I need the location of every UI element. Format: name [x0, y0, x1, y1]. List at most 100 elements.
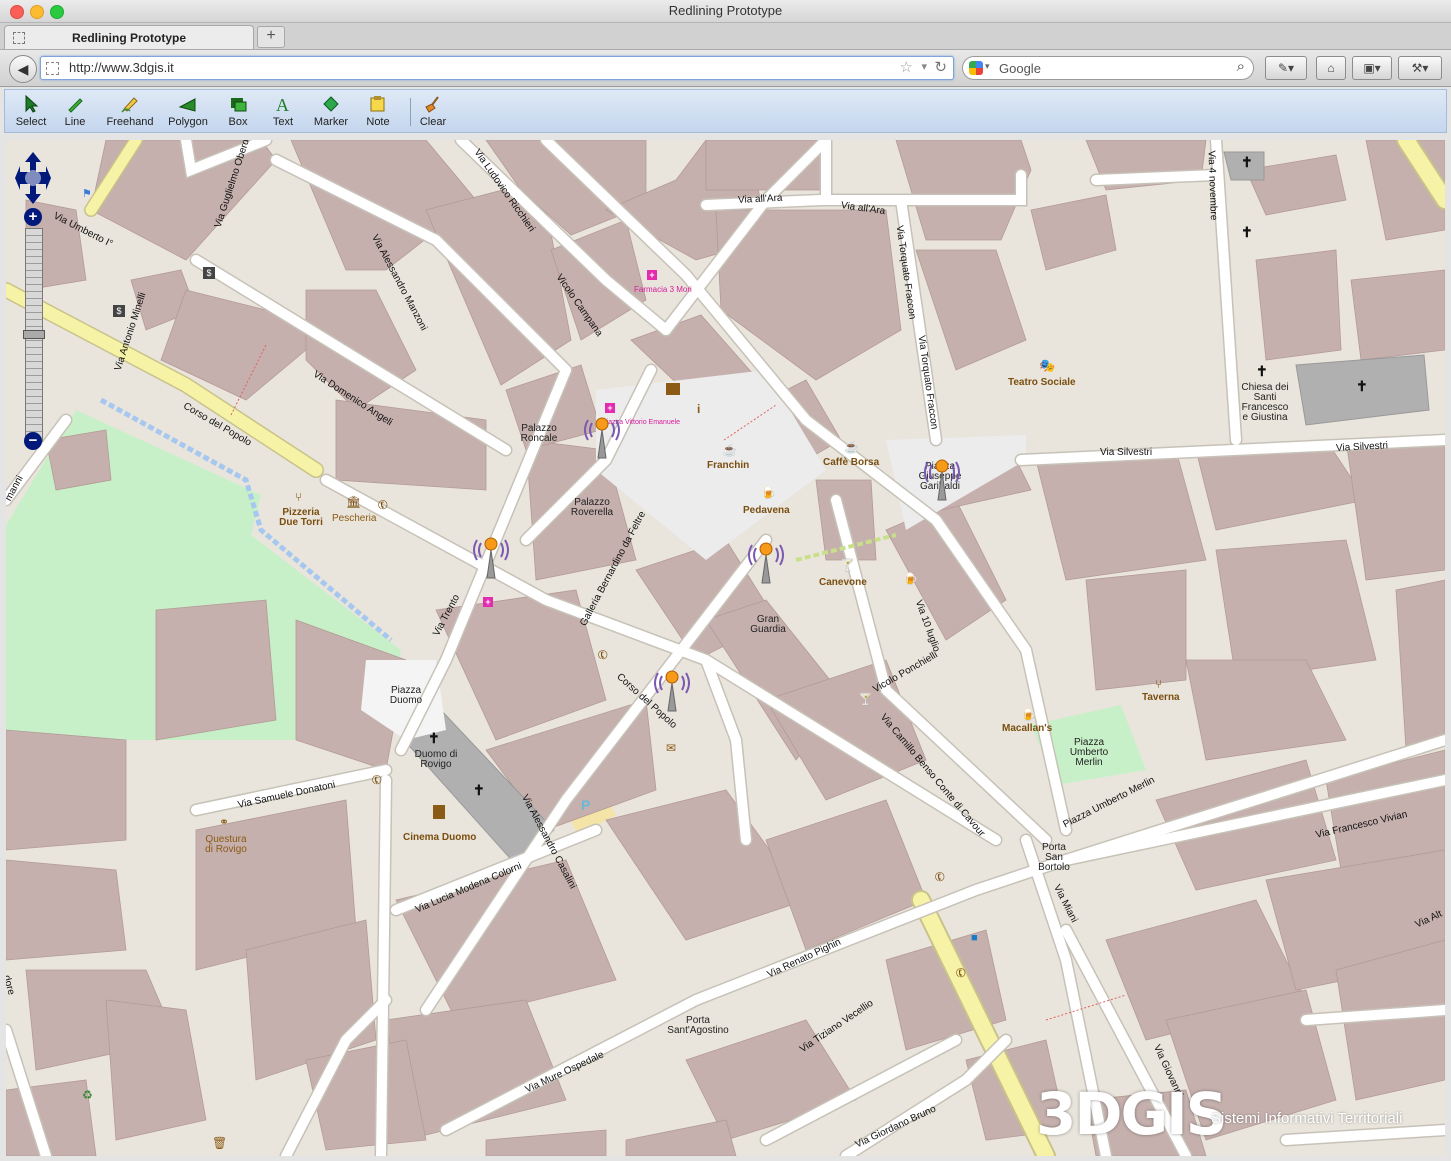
zoom-out-button[interactable]: −	[24, 432, 42, 450]
pan-control-icon[interactable]	[14, 150, 52, 206]
place-label: Teatro Sociale	[1008, 377, 1076, 388]
antenna-marker-icon[interactable]	[652, 663, 692, 713]
polygon-icon	[178, 98, 196, 112]
site-identity-icon[interactable]	[46, 62, 59, 75]
place-label: Questura di Rovigo	[205, 834, 247, 855]
google-engine-icon[interactable]	[969, 61, 983, 75]
recycling-icon[interactable]: ♻	[82, 1088, 93, 1102]
map-canvas[interactable]: Via Umberto I° Via Guglielmo Oberdan Via…	[6, 140, 1445, 1156]
place-label: Pedavena	[743, 505, 790, 516]
tab-redlining[interactable]: Redlining Prototype	[4, 25, 254, 49]
pharmacy-icon[interactable]: +	[647, 270, 657, 280]
screenshot-button[interactable]: ▣▾	[1352, 56, 1392, 80]
address-bar[interactable]: http://www.3dgis.it ☆ ▾ ↻	[40, 56, 954, 80]
line-tool[interactable]: Line	[51, 92, 99, 130]
text-tool[interactable]: A Text	[259, 92, 307, 130]
museum-icon[interactable]: 🏛	[346, 495, 361, 509]
book-shop-icon[interactable]	[666, 383, 680, 395]
search-bar[interactable]: ▾ Google ⌕	[962, 56, 1254, 80]
clear-label: Clear	[419, 116, 447, 128]
cinema-icon[interactable]	[433, 805, 445, 819]
back-arrow-icon: ◀	[17, 61, 29, 77]
tab-bar: Redlining Prototype +	[0, 23, 1451, 50]
police-icon[interactable]: ⚭	[219, 815, 229, 829]
marker-icon	[323, 96, 339, 112]
pen-icon: ✎▾	[1277, 61, 1295, 75]
text-icon: A	[276, 95, 289, 113]
place-label: Macallan's	[1002, 723, 1053, 734]
place-label: Piazza Umberto Merlin	[1069, 737, 1109, 768]
search-icon[interactable]: ⌕	[1237, 58, 1245, 75]
place-label: Piazza Duomo	[389, 685, 423, 706]
pan-zoom-control: + −	[14, 150, 52, 450]
pub-icon[interactable]: 🍺	[761, 486, 776, 500]
url-text[interactable]: http://www.3dgis.it	[69, 60, 174, 75]
tools-menu-button[interactable]: ⚒▾	[1398, 56, 1442, 80]
place-label: Porta Sant'Agostino	[667, 1015, 729, 1036]
cafe-icon[interactable]: ☕	[722, 443, 737, 457]
search-input[interactable]: Google	[999, 61, 1041, 76]
antenna-marker-icon[interactable]	[471, 530, 511, 580]
church-cross-icon[interactable]: ✝	[1241, 224, 1253, 241]
info-icon[interactable]: i	[697, 402, 700, 416]
tab-title: Redlining Prototype	[72, 31, 186, 45]
street-label: Via Silvestri	[1100, 447, 1153, 458]
broom-icon	[425, 96, 439, 113]
screenshot-icon: ▣▾	[1363, 61, 1381, 75]
home-icon: ⌂	[1327, 61, 1335, 75]
bank-icon[interactable]: $	[203, 267, 215, 279]
place-label: Pizzeria Due Torri	[279, 507, 323, 528]
line-label: Line	[64, 116, 86, 128]
reload-icon[interactable]: ↻	[934, 58, 947, 76]
clear-tool[interactable]: Clear	[409, 92, 457, 130]
place-label: Farmacia 3 Mori	[634, 285, 692, 294]
waste-basket-icon[interactable]: 🗑	[212, 1136, 227, 1150]
new-tab-button[interactable]: +	[257, 26, 285, 48]
hotel-icon[interactable]: ⚑	[82, 187, 92, 200]
bus-stop-icon[interactable]: ■	[971, 932, 978, 944]
window-titlebar: Redlining Prototype	[0, 0, 1451, 23]
polygon-tool[interactable]: Polygon	[164, 92, 212, 130]
history-dropdown-icon[interactable]: ▾	[921, 60, 927, 73]
church-cross-icon[interactable]: ✝	[473, 782, 485, 799]
parking-icon[interactable]: P	[581, 797, 590, 813]
street-label: Via all'Ara	[737, 192, 783, 206]
place-label: Cinema Duomo	[403, 832, 477, 843]
pub-icon[interactable]: 🍺	[903, 572, 918, 586]
svg-text:A: A	[276, 95, 289, 113]
bookmark-star-icon[interactable]: ☆	[900, 58, 913, 76]
pen-tool-button[interactable]: ✎▾	[1265, 56, 1307, 80]
antenna-marker-icon[interactable]	[746, 535, 786, 585]
church-cross-icon[interactable]: ✝	[1256, 363, 1268, 380]
pharmacy-icon[interactable]: +	[483, 597, 493, 607]
place-label: Franchin	[707, 460, 750, 471]
cafe-icon[interactable]: ☕	[844, 440, 859, 454]
navigation-bar: ◀ http://www.3dgis.it ☆ ▾ ↻ ▾ Google ⌕ ✎…	[0, 50, 1451, 87]
bank-icon[interactable]: $	[113, 305, 125, 317]
home-button[interactable]: ⌂	[1316, 56, 1346, 80]
engine-dropdown-icon[interactable]: ▾	[985, 61, 990, 72]
place-label: Duomo di Rovigo	[414, 749, 458, 770]
3dgis-watermark: 3DGIS Sistemi Informativi Territoriali	[1036, 1080, 1402, 1148]
place-label: Porta San Bortolo	[1038, 842, 1070, 873]
theatre-icon[interactable]: 🎭	[1039, 358, 1055, 374]
arrow-cursor-icon	[25, 95, 39, 113]
back-button[interactable]: ◀	[9, 55, 37, 83]
freehand-tool[interactable]: Freehand	[106, 92, 154, 130]
church-cross-icon[interactable]: ✝	[1356, 378, 1368, 395]
note-tool[interactable]: Note	[354, 92, 402, 130]
place-label: Gran Guardia	[750, 614, 786, 635]
church-cross-icon[interactable]: ✝	[428, 730, 440, 747]
church-cross-icon[interactable]: ✝	[1241, 154, 1253, 171]
place-label: Palazzo Roverella	[570, 497, 614, 518]
post-office-icon[interactable]: ✉	[666, 741, 676, 755]
restaurant-icon[interactable]: ⑂	[1155, 677, 1162, 691]
zoom-slider-handle[interactable]	[23, 330, 45, 339]
restaurant-icon[interactable]: ⑂	[295, 490, 302, 504]
antenna-marker-icon[interactable]	[922, 452, 962, 502]
pub-icon[interactable]: 🍺	[1021, 708, 1036, 722]
zoom-in-button[interactable]: +	[24, 208, 42, 226]
bar-icon[interactable]: 🍸	[840, 558, 855, 572]
bar-icon[interactable]: 🍸	[858, 692, 873, 706]
antenna-marker-icon[interactable]	[582, 410, 622, 460]
